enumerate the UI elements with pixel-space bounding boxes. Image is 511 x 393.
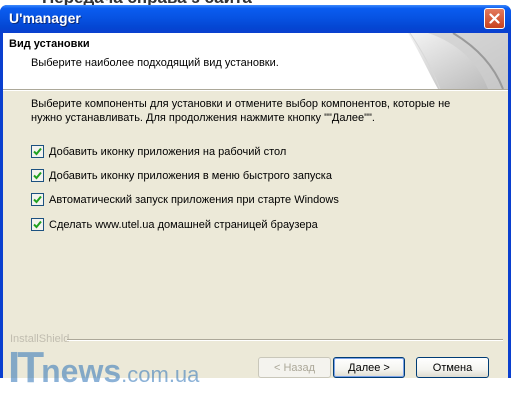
header-separator xyxy=(3,89,508,91)
checkmark-icon xyxy=(33,147,42,156)
close-icon xyxy=(489,13,500,24)
title-bar[interactable]: U'manager xyxy=(0,5,511,33)
dialog-client-area: Вид установки Выберите наиболее подходящ… xyxy=(3,33,508,378)
checkbox[interactable] xyxy=(31,145,44,158)
watermark-domain: .com.ua xyxy=(121,362,200,387)
option-label: Добавить иконку приложения на рабочий ст… xyxy=(49,145,287,158)
option-homepage[interactable]: Сделать www.utel.ua домашней страницей б… xyxy=(31,218,318,231)
back-button[interactable]: < Назад xyxy=(258,357,331,378)
checkbox[interactable] xyxy=(31,193,44,206)
option-label: Добавить иконку приложения в меню быстро… xyxy=(49,169,332,182)
checkmark-icon xyxy=(33,171,42,180)
description-text: Выберите компоненты для установки и отме… xyxy=(31,98,451,124)
option-quicklaunch-icon[interactable]: Добавить иконку приложения в меню быстро… xyxy=(31,169,332,182)
checkbox[interactable] xyxy=(31,218,44,231)
watermark-it: IT xyxy=(8,343,44,392)
footer-separator xyxy=(67,339,503,341)
checkbox[interactable] xyxy=(31,169,44,182)
close-button[interactable] xyxy=(484,8,505,29)
option-desktop-icon[interactable]: Добавить иконку приложения на рабочий ст… xyxy=(31,145,286,158)
window-title: U'manager xyxy=(9,10,81,26)
option-autostart[interactable]: Автоматический запуск приложения при ста… xyxy=(31,193,339,206)
header-subtitle: Выберите наиболее подходящий вид установ… xyxy=(31,57,279,69)
header-decoration xyxy=(408,33,508,89)
checkmark-icon xyxy=(33,220,42,229)
itnews-watermark: ITnews.com.ua xyxy=(8,343,199,393)
dialog-header: Вид установки Выберите наиболее подходящ… xyxy=(3,33,508,89)
installer-window: U'manager Вид установки Выберите наиболе… xyxy=(0,5,511,378)
watermark-news: news xyxy=(41,353,122,389)
option-label: Сделать www.utel.ua домашней страницей б… xyxy=(49,218,318,231)
next-button[interactable]: Далее > xyxy=(333,357,405,378)
checkmark-icon xyxy=(33,195,42,204)
header-title: Вид установки xyxy=(9,38,90,50)
cancel-button[interactable]: Отмена xyxy=(416,357,489,378)
option-label: Автоматический запуск приложения при ста… xyxy=(49,193,339,206)
